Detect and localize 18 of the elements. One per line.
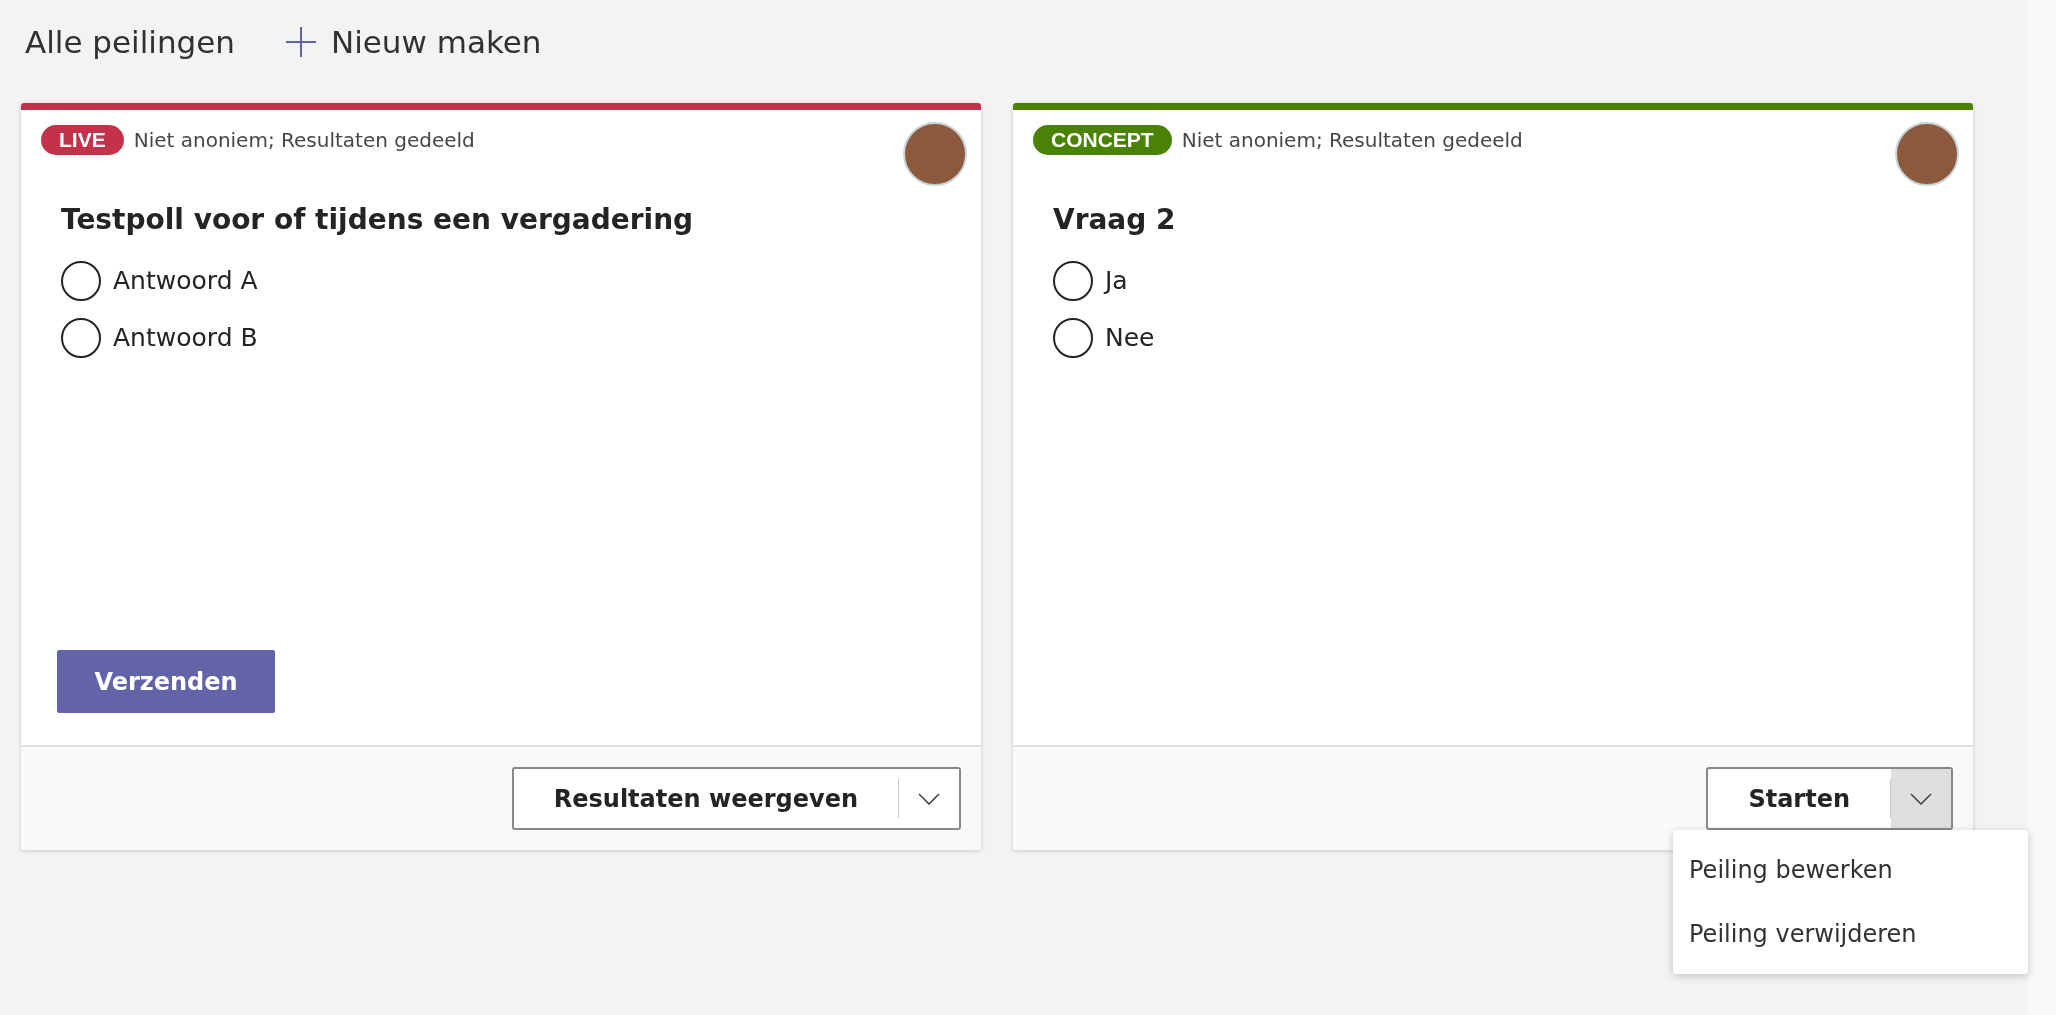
send-button[interactable]: Verzenden — [57, 650, 275, 713]
page-title: Alle peilingen — [25, 22, 235, 62]
poll-question: Vraag 2 — [1053, 202, 1177, 238]
new-poll-button[interactable]: Nieuw maken — [285, 18, 542, 66]
menu-item[interactable]: Peiling bewerken — [1673, 838, 2028, 902]
menu-item[interactable]: Peiling verwijderen — [1673, 902, 2028, 966]
answer-option[interactable]: Antwoord B — [61, 318, 258, 358]
chevron-down-icon — [1910, 792, 1932, 805]
chevron-down-icon — [918, 792, 940, 805]
status-badge: CONCEPT — [1033, 125, 1172, 155]
poll-settings: Niet anoniem; Resultaten gedeeld — [133, 127, 475, 154]
status-badge: LIVE — [41, 125, 124, 155]
plus-icon — [285, 26, 317, 58]
poll-settings: Niet anoniem; Resultaten gedeeld — [1181, 127, 1523, 154]
answer-option[interactable]: Nee — [1053, 318, 1155, 358]
poll-question: Testpoll voor of tijdens een vergadering — [61, 202, 695, 238]
dropdown-toggle[interactable] — [1891, 769, 1951, 828]
answer-option[interactable]: Antwoord A — [61, 261, 258, 301]
